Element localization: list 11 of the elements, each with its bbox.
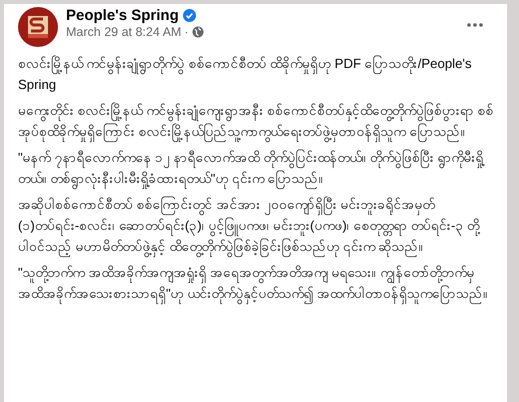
post-paragraph: အဆိုပါစစ်ကောင်စီတပ် စစ်ကြောင်းတွင် အင်အား ၂၀၀ကျော်ရှိပြီး မင်းဘူးခရိုင်အမှတ် (၁)တပ်ရင်း-စလင်း၊ ဆောတပ်ရင်း(၃)၊ ပွင့်ဖြူပကဖ၊ မင်းဘူး(ပကဖ)၊ စေတုတ္တရာ တပ်ရင်း-၃ တို့ပါဝင်သည့် မဟာမိတ်တပ်ဖွဲ့နှင့် ထိတွေ့တိုက်ပွဲဖြစ်ခဲ့ခြင်းဖြစ်သည်ဟု ၎င်းက ဆိုသည်။ (18, 194, 497, 257)
post-paragraph: မကွေးတိုင်း စလင်းမြို့နယ် ကင်မွန်းချုံကျေးရွာအနီး စစ်ကောင်စီတပ်နှင့်ထိတွေ့တိုက်ပွဲဖြစ်ပွားရာ စစ်အုပ်စုထိခိုက်မှုရှိကြောင်း စလင်းမြို့နယ်ပြည်သူ့ကာကွယ်ရေးတပ်ဖွဲ့မှတာဝန်ရှိသူက ပြောသည်။ (18, 100, 497, 142)
separator-dot: · (184, 25, 189, 39)
post-paragraph: "မနက် ၇နာရီလောက်ကနေ ၁၂ နာရီလောက်အထိ တိုက်ပွဲပြင်းထန်တယ်။ တိုက်ပွဲဖြစ်ပြီး ရွာကိုမီးရှို့တယ်။ တစ်ရွာလုံးနီးပါးမီးရှို့ခံထားရတယ်"ဟု ၎င်းက ပြောသည်။ (18, 147, 497, 189)
post-timestamp[interactable]: March 29 at 8:24 AM (66, 25, 182, 39)
globe-icon (192, 26, 204, 38)
post-paragraph: စလင်းမြို့နယ် ကင်မွန်းချုံရွာတိုက်ပွဲ စစ်ကောင်စီတပ် ထိခိုက်မှုရှိဟု PDF ပြောသတိုး/People's Spring (18, 54, 473, 94)
avatar-logo-icon[interactable] (18, 7, 58, 47)
post-paragraph: "သူတို့ဘက်က အထိအခိုက်အကျအရှုံးရှိ အရေအတွက်အတိအကျ မရသေး။ ကျွန်တော်တို့ဘက်မှ အထိအခိုက်အသေးစားသာရရှိ"ဟု ယင်းတိုက်ပွဲနှင့်ပတ်သက်၍ အထက်ပါတာဝန်ရှိသူကပြောသည်။ (18, 262, 497, 304)
page-name[interactable]: People's Spring (66, 7, 179, 24)
more-options-icon[interactable] (467, 23, 483, 27)
